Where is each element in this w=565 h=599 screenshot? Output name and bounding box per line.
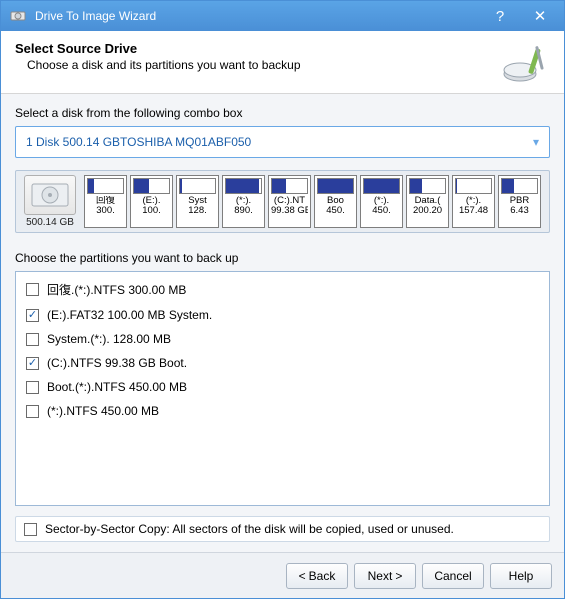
- partition-map-label: (*:).: [455, 196, 492, 206]
- disk-map-partition[interactable]: PBR6.43: [498, 175, 541, 228]
- help-titlebar-button[interactable]: ?: [480, 2, 520, 30]
- partition-usage-bar: [409, 178, 446, 194]
- partition-map-size: 157.48: [455, 206, 492, 216]
- partition-list-item[interactable]: (E:).FAT32 100.00 MB System.: [16, 303, 549, 327]
- disk-map-partition[interactable]: (E:).100.: [130, 175, 173, 228]
- partition-list-item[interactable]: 回復.(*:).NTFS 300.00 MB: [16, 276, 549, 303]
- partition-list-item[interactable]: System.(*:). 128.00 MB: [16, 327, 549, 351]
- partition-map-label: (*:).: [363, 196, 400, 206]
- partition-list-label: Choose the partitions you want to back u…: [15, 251, 550, 265]
- hdd-icon: [24, 175, 76, 215]
- full-disk-size: 500.14 GB: [20, 217, 80, 228]
- partition-item-label: (*:).NTFS 450.00 MB: [47, 404, 159, 418]
- partition-checkbox[interactable]: [26, 357, 39, 370]
- disk-map-full[interactable]: 500.14 GB: [20, 175, 80, 228]
- partition-usage-bar: [133, 178, 170, 194]
- partition-section: Choose the partitions you want to back u…: [15, 251, 550, 542]
- disk-map-partition[interactable]: Data.(200.20: [406, 175, 449, 228]
- window-title: Drive To Image Wizard: [35, 9, 480, 23]
- partition-usage-bar: [179, 178, 216, 194]
- partition-checkbox[interactable]: [26, 381, 39, 394]
- partition-map-size: 450.: [317, 206, 354, 216]
- partition-usage-bar: [271, 178, 308, 194]
- partition-map-size: 200.20: [409, 206, 446, 216]
- partition-usage-bar: [225, 178, 262, 194]
- disk-map-partition[interactable]: Boo450.: [314, 175, 357, 228]
- titlebar: Drive To Image Wizard ? ✕: [1, 1, 564, 31]
- partition-checkbox[interactable]: [26, 333, 39, 346]
- header-text: Select Source Drive Choose a disk and it…: [15, 41, 498, 85]
- partition-map-label: (*:).: [225, 196, 262, 206]
- partition-map-label: PBR: [501, 196, 538, 206]
- partition-checkbox[interactable]: [26, 405, 39, 418]
- back-button[interactable]: < Back: [286, 563, 348, 589]
- partition-list-item[interactable]: Boot.(*:).NTFS 450.00 MB: [16, 375, 549, 399]
- page-title: Select Source Drive: [15, 41, 498, 56]
- page-header: Select Source Drive Choose a disk and it…: [1, 31, 564, 94]
- chevron-right-icon: >: [395, 569, 402, 583]
- partition-usage-bar: [87, 178, 124, 194]
- partition-map-size: 300.: [87, 206, 124, 216]
- partition-checkbox[interactable]: [26, 283, 39, 296]
- content-area: Select a disk from the following combo b…: [1, 94, 564, 552]
- partition-item-label: (C:).NTFS 99.38 GB Boot.: [47, 356, 187, 370]
- disk-map-partition[interactable]: (C:).NT99.38 GB: [268, 175, 311, 228]
- sector-copy-checkbox[interactable]: [24, 523, 37, 536]
- partition-checkbox[interactable]: [26, 309, 39, 322]
- chevron-down-icon: ▾: [533, 135, 539, 149]
- wizard-hero-icon: [498, 41, 550, 85]
- disk-map-partition[interactable]: 回復300.: [84, 175, 127, 228]
- partition-map-size: 100.: [133, 206, 170, 216]
- partition-map-label: Syst: [179, 196, 216, 206]
- combo-label: Select a disk from the following combo b…: [15, 106, 550, 120]
- disk-combo[interactable]: 1 Disk 500.14 GBTOSHIBA MQ01ABF050 ▾: [15, 126, 550, 158]
- partition-usage-bar: [363, 178, 400, 194]
- app-icon: [9, 7, 27, 25]
- partition-usage-bar: [317, 178, 354, 194]
- disk-map-partition[interactable]: (*:).450.: [360, 175, 403, 228]
- partition-item-label: (E:).FAT32 100.00 MB System.: [47, 308, 212, 322]
- disk-map-partition[interactable]: (*:).157.48: [452, 175, 495, 228]
- disk-combo-value: 1 Disk 500.14 GBTOSHIBA MQ01ABF050: [26, 135, 533, 149]
- disk-map-partition[interactable]: Syst128.: [176, 175, 219, 228]
- partition-map-label: Boo: [317, 196, 354, 206]
- partition-map-label: 回復: [87, 196, 124, 206]
- sector-copy-label: Sector-by-Sector Copy: All sectors of th…: [45, 522, 454, 536]
- wizard-footer: < Back Next > Cancel Help: [1, 552, 564, 598]
- partition-usage-bar: [455, 178, 492, 194]
- partition-list-item[interactable]: (*:).NTFS 450.00 MB: [16, 399, 549, 423]
- partition-map-label: (E:).: [133, 196, 170, 206]
- cancel-button[interactable]: Cancel: [422, 563, 484, 589]
- partition-item-label: System.(*:). 128.00 MB: [47, 332, 171, 346]
- close-titlebar-button[interactable]: ✕: [520, 2, 560, 30]
- partition-map-size: 6.43: [501, 206, 538, 216]
- partition-map-size: 890.: [225, 206, 262, 216]
- wizard-window: Drive To Image Wizard ? ✕ Select Source …: [0, 0, 565, 599]
- partition-listbox[interactable]: 回復.(*:).NTFS 300.00 MB (E:).FAT32 100.00 …: [15, 271, 550, 506]
- disk-map-partition[interactable]: (*:).890.: [222, 175, 265, 228]
- help-button[interactable]: Help: [490, 563, 552, 589]
- partition-list-item[interactable]: (C:).NTFS 99.38 GB Boot.: [16, 351, 549, 375]
- partition-map-size: 450.: [363, 206, 400, 216]
- partition-map-label: (C:).NT: [271, 196, 308, 206]
- chevron-left-icon: <: [299, 569, 306, 583]
- next-button[interactable]: Next >: [354, 563, 416, 589]
- partition-map-label: Data.(: [409, 196, 446, 206]
- partition-usage-bar: [501, 178, 538, 194]
- partition-item-label: Boot.(*:).NTFS 450.00 MB: [47, 380, 187, 394]
- disk-map: 500.14 GB 回復300.(E:).100.Syst128.(*:).89…: [15, 170, 550, 233]
- partition-item-label: 回復.(*:).NTFS 300.00 MB: [47, 281, 186, 298]
- page-subtitle: Choose a disk and its partitions you wan…: [15, 58, 498, 72]
- partition-map-size: 99.38 GB: [271, 206, 308, 216]
- partition-map-size: 128.: [179, 206, 216, 216]
- sector-copy-row[interactable]: Sector-by-Sector Copy: All sectors of th…: [15, 516, 550, 542]
